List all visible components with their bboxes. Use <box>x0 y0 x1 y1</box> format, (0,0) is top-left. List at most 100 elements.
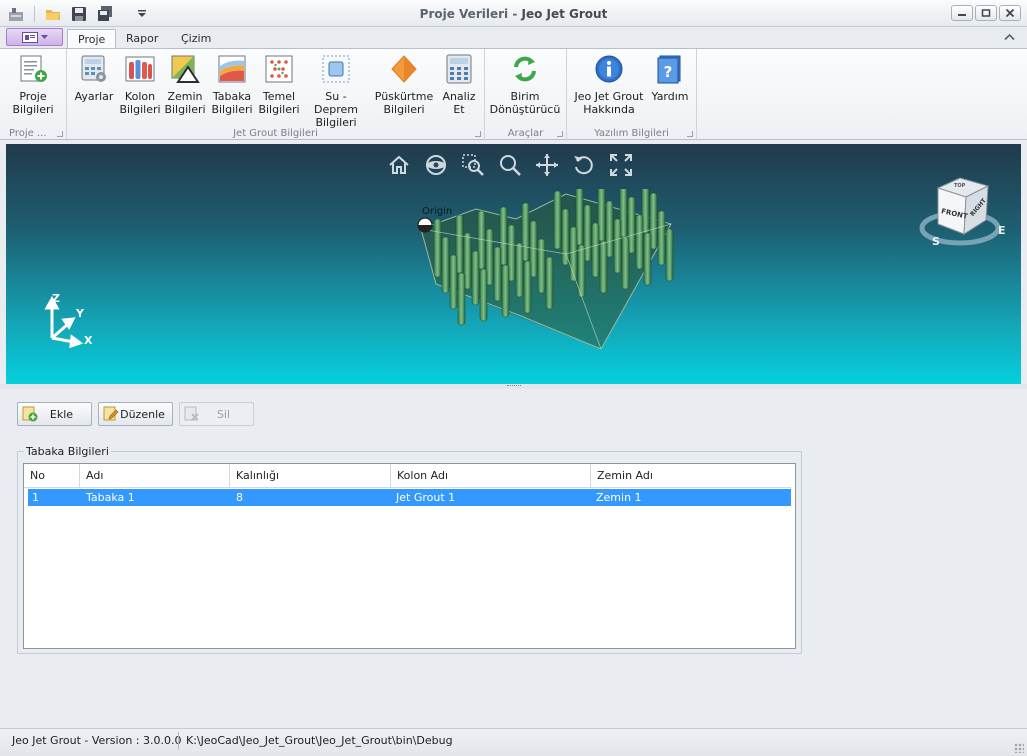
ribbon-group-label-araclar: Araçlar <box>507 128 544 139</box>
unit-converter-icon <box>509 53 541 85</box>
splitter-grip-icon <box>507 385 521 387</box>
project-info-icon <box>17 53 49 85</box>
group-launcher-icon[interactable] <box>475 131 481 137</box>
zoom-window-button[interactable] <box>460 152 486 178</box>
grout-pile <box>665 228 674 282</box>
home-icon <box>389 155 409 174</box>
settings-button[interactable]: Ayarlar <box>73 53 115 103</box>
column-header-soil-name[interactable]: Zemin Adı <box>591 464 791 488</box>
home-view-button[interactable] <box>386 152 412 178</box>
settings-label: Ayarlar <box>74 90 114 103</box>
compass-e-label: E <box>998 224 1006 237</box>
spray-info-icon <box>388 53 420 85</box>
unit-converter-label: Birim Dönüştürücü <box>489 90 561 116</box>
add-icon <box>22 406 38 422</box>
cell-thickness: 8 <box>236 491 243 504</box>
layer-info-button[interactable]: Tabaka Bilgileri <box>210 53 254 116</box>
maximize-icon <box>981 9 991 17</box>
analyze-icon <box>443 53 475 85</box>
column-header-thickness[interactable]: Kalınlığı <box>230 464 391 488</box>
resize-grip-icon[interactable] <box>1014 743 1024 753</box>
grout-pile <box>471 250 480 306</box>
grout-pile <box>545 256 554 310</box>
window-title-app: Jeo Jet Grout <box>521 7 608 21</box>
grout-pile <box>457 272 466 326</box>
edit-button[interactable]: Düzenle <box>98 402 173 426</box>
tab-rapor[interactable]: Rapor <box>116 29 168 49</box>
delete-button[interactable]: Sil <box>179 402 254 426</box>
group-launcher-icon[interactable] <box>687 131 693 137</box>
3d-viewport[interactable]: Origin Z Y X FRONT RIGHT TOP S E <box>6 144 1021 384</box>
analyze-button[interactable]: Analiz Et <box>439 53 479 116</box>
axis-label-z: Z <box>52 292 60 305</box>
layer-grid[interactable]: No Adı Kalınlığı Kolon Adı Zemin Adı 1 T… <box>23 463 796 649</box>
viewport-splitter[interactable] <box>0 384 1027 389</box>
cell-no: 1 <box>32 491 39 504</box>
rotate-icon <box>574 156 593 175</box>
minimize-button[interactable] <box>951 5 973 21</box>
close-icon <box>1005 9 1015 17</box>
view-cube[interactable]: FRONT RIGHT TOP S E <box>918 174 1013 254</box>
about-label: Jeo Jet Grout Hakkında <box>574 90 644 116</box>
group-launcher-icon[interactable] <box>557 131 563 137</box>
soil-info-button[interactable]: Zemin Bilgileri <box>164 53 206 116</box>
title-bar: Proje Verileri - Jeo Jet Grout <box>0 0 1027 27</box>
column-header-no[interactable]: No <box>24 464 80 488</box>
about-icon <box>593 53 625 85</box>
water-earthquake-button[interactable]: Su - Deprem Bilgileri <box>304 53 368 129</box>
grid-header: No Adı Kalınlığı Kolon Adı Zemin Adı <box>24 464 791 488</box>
app-menu-icon <box>21 31 38 43</box>
column-header-name[interactable]: Adı <box>80 464 230 488</box>
column-info-button[interactable]: Kolon Bilgileri <box>119 53 161 116</box>
window-title-doc: Proje Verileri <box>419 7 509 21</box>
tab-proje[interactable]: Proje <box>67 29 117 49</box>
unit-converter-button[interactable]: Birim Dönüştürücü <box>489 53 561 116</box>
zoom-extents-icon <box>610 154 632 176</box>
status-separator <box>178 732 179 750</box>
settings-calculator-icon <box>78 53 110 85</box>
pan-button[interactable] <box>534 152 560 178</box>
grout-pile <box>613 218 622 274</box>
column-header-column-name[interactable]: Kolon Adı <box>391 464 591 488</box>
grout-pile <box>441 236 450 294</box>
ribbon-collapse-button[interactable] <box>1004 31 1015 44</box>
chevron-up-icon <box>1004 33 1015 41</box>
help-button[interactable]: ? Yardım <box>649 53 691 103</box>
application-menu-button[interactable] <box>6 28 63 46</box>
zoom-button[interactable] <box>497 152 523 178</box>
table-row[interactable]: 1 Tabaka 1 8 Jet Grout 1 Zemin 1 <box>28 489 791 506</box>
zoom-extents-button[interactable] <box>608 152 634 178</box>
grout-pile <box>569 226 578 282</box>
layer-info-icon <box>216 53 248 85</box>
maximize-button[interactable] <box>975 5 997 21</box>
grout-pile <box>537 238 546 294</box>
delete-label: Sil <box>216 407 231 421</box>
project-info-button[interactable]: Proje Bilgileri <box>8 53 58 116</box>
soil-info-icon <box>169 53 201 85</box>
foundation-info-button[interactable]: Temel Bilgileri <box>258 53 300 116</box>
ribbon-group-araclar: Birim Dönüştürücü Araçlar <box>485 49 567 141</box>
foundation-info-icon <box>263 53 295 85</box>
zoom-icon <box>500 155 521 176</box>
tab-cizim[interactable]: Çizim <box>171 29 221 49</box>
axis-label-y: Y <box>76 307 84 320</box>
grout-pile <box>599 240 608 294</box>
group-launcher-icon[interactable] <box>57 131 63 137</box>
orbit-button[interactable] <box>423 152 449 178</box>
spray-info-button[interactable]: Püskürtme Bilgileri <box>374 53 434 116</box>
close-button[interactable] <box>999 5 1021 21</box>
rotate-button[interactable] <box>571 152 597 178</box>
layer-info-group-title: Tabaka Bilgileri <box>24 445 111 458</box>
grout-pile <box>433 218 442 278</box>
grout-pile <box>553 190 562 250</box>
pan-icon <box>536 154 558 176</box>
svg-text:?: ? <box>664 63 673 81</box>
grout-pile <box>635 214 644 270</box>
water-earthquake-label: Su - Deprem Bilgileri <box>314 90 358 129</box>
about-button[interactable]: Jeo Jet Grout Hakkında <box>573 53 645 116</box>
ribbon-group-jet-grout: Ayarlar Kolon Bilgileri Zemin Bilgileri … <box>67 49 485 141</box>
window-controls <box>951 5 1021 21</box>
add-button[interactable]: Ekle <box>17 402 92 426</box>
water-earthquake-icon <box>320 53 352 85</box>
grout-pile <box>493 246 502 302</box>
